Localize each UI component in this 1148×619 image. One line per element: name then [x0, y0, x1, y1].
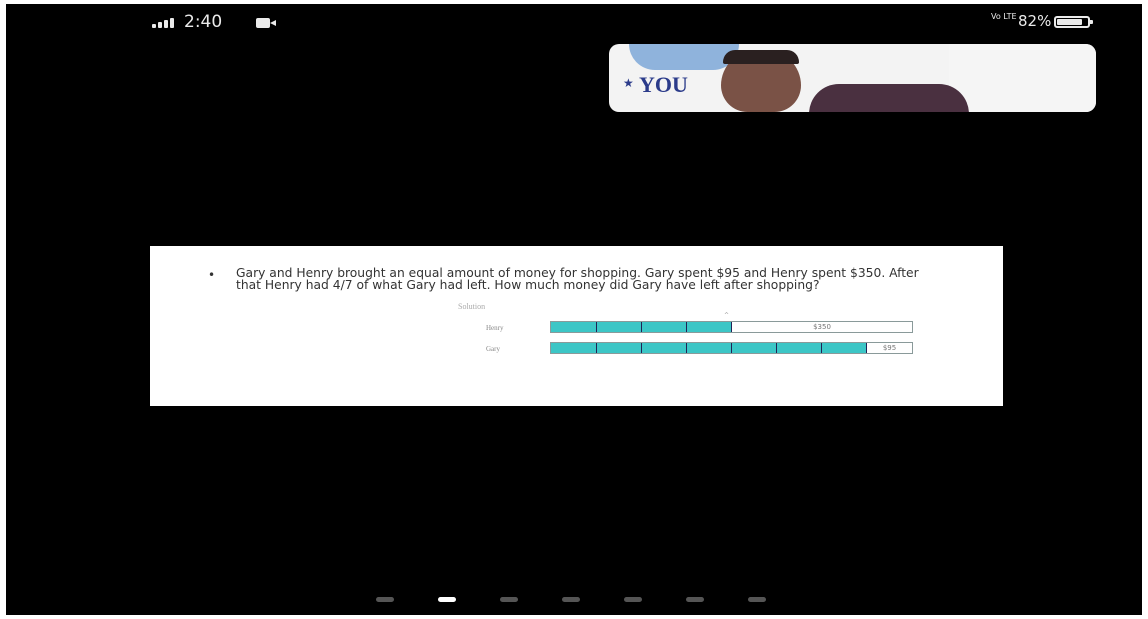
banner-text: YOU [639, 72, 688, 97]
star-icon: ★ [623, 76, 634, 90]
question-text: Gary and Henry brought an equal amount o… [236, 266, 919, 292]
page-dot[interactable] [686, 597, 704, 602]
banner-graphic [629, 44, 739, 70]
battery-percent: 82% [1018, 12, 1052, 30]
bar-henry: $350 [550, 321, 913, 333]
bar-label-henry: Henry [486, 324, 504, 332]
screen: 2:40 Vo LTE 82% ★ YOU • Gary and Henry b… [6, 4, 1142, 615]
bar-gary-remainder: $95 [882, 344, 897, 352]
page-dot[interactable] [562, 597, 580, 602]
bullet: • [208, 268, 216, 282]
page-dot[interactable] [748, 597, 766, 602]
page-dot[interactable] [376, 597, 394, 602]
status-time: 2:40 [184, 12, 223, 32]
shared-slide: • Gary and Henry brought an equal amount… [150, 246, 1003, 406]
network-indicator: Vo LTE [991, 12, 1017, 21]
solution-label: Solution [458, 302, 486, 311]
signal-icon [152, 16, 182, 28]
bar-henry-remainder: $350 [813, 323, 831, 331]
video-camera-icon [256, 18, 276, 28]
bar-gary: $95 [550, 342, 913, 354]
presenter-video[interactable]: ★ YOU [609, 44, 1096, 112]
battery-icon [1054, 16, 1093, 28]
page-dot[interactable] [438, 597, 456, 602]
page-dot[interactable] [500, 597, 518, 602]
bar-label-gary: Gary [486, 345, 500, 353]
page-dot[interactable] [624, 597, 642, 602]
